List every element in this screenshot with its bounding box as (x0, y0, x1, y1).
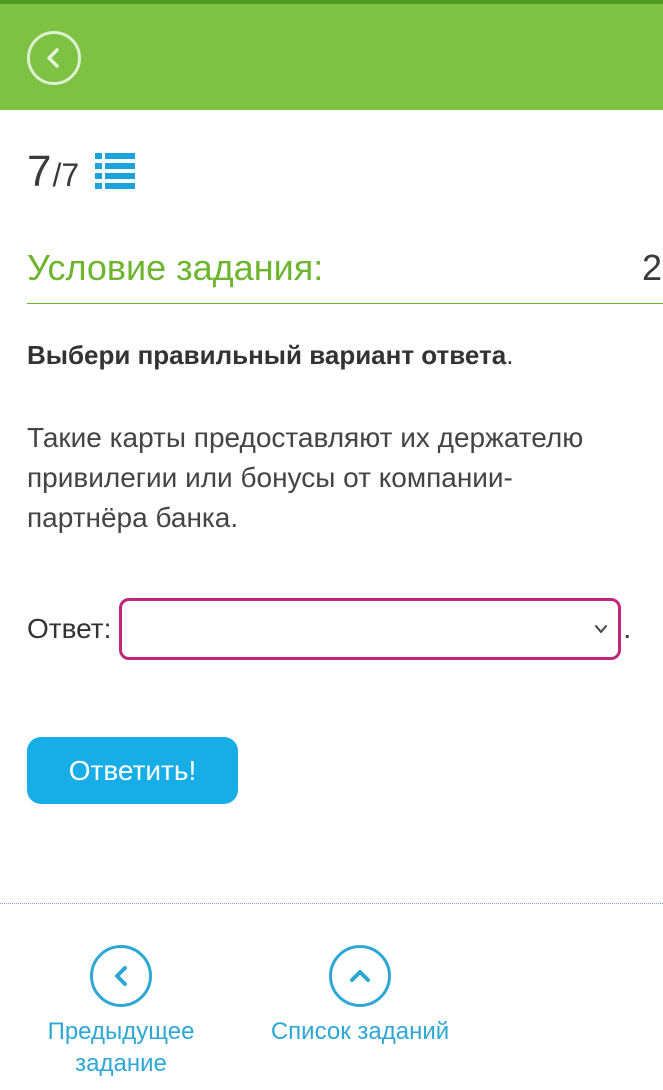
question-text: Такие карты предоставляют их держателю п… (27, 422, 584, 533)
instruction-text: Выбери правильный вариант ответа (27, 340, 507, 370)
back-button[interactable] (27, 31, 81, 85)
footer-divider (0, 903, 663, 904)
task-list-icon-circle (329, 945, 391, 1007)
answer-label: Ответ: (27, 613, 112, 644)
previous-task-label-line1: Предыдущее (47, 1018, 195, 1045)
task-counter: 7 /7 (27, 145, 136, 196)
chevron-down-icon (595, 625, 608, 633)
chevron-left-icon (115, 966, 127, 986)
previous-task-icon-circle (90, 945, 152, 1007)
current-task-number: 7 (27, 147, 52, 196)
submit-answer-button[interactable]: Ответить! (27, 737, 238, 804)
previous-task-button[interactable]: Предыдущее задание (40, 945, 202, 1080)
answer-suffix: . (623, 613, 632, 644)
answer-select[interactable] (119, 598, 622, 660)
previous-task-label-line2: задание (75, 1050, 167, 1077)
task-list-button[interactable]: Список заданий (260, 945, 460, 1048)
answer-row: Ответ: . (27, 598, 631, 660)
total-task-count: /7 (52, 157, 80, 193)
previous-task-label: Предыдущее задание (40, 1016, 202, 1080)
top-bar (0, 0, 663, 110)
instruction-period: . (506, 340, 514, 370)
task-list-label: Список заданий (270, 1018, 450, 1045)
condition-title: Условие задания: (27, 247, 324, 288)
instruction: Выбери правильный вариант ответа. (27, 338, 513, 372)
condition-divider (27, 303, 663, 304)
chevron-left-icon (47, 48, 59, 68)
task-points: 2 (642, 247, 663, 288)
chevron-up-icon (350, 970, 370, 982)
list-icon[interactable] (95, 151, 136, 189)
